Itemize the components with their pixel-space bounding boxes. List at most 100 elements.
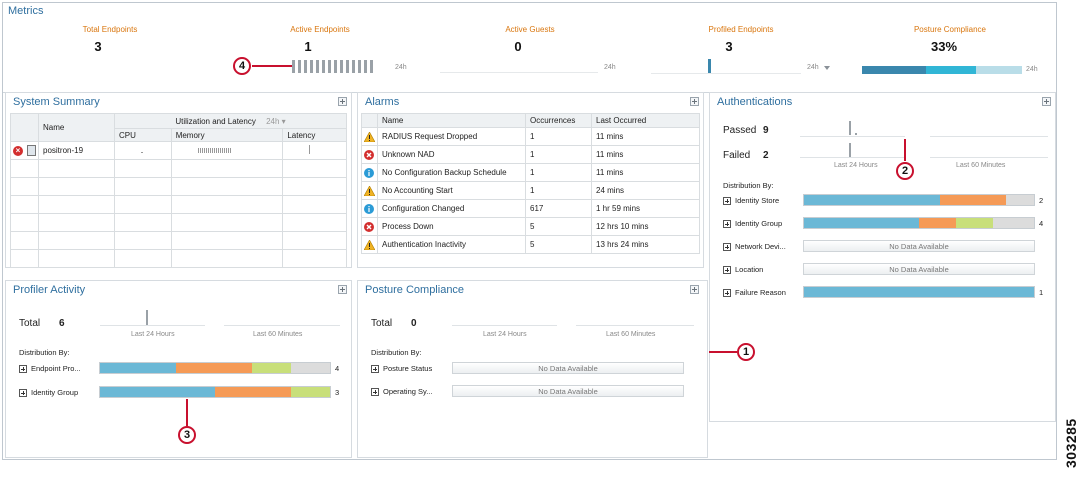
table-row[interactable]: RADIUS Request Dropped 1 11 mins bbox=[361, 127, 700, 146]
distribution-bar-segment[interactable] bbox=[251, 363, 291, 373]
active-endpoints-sparkline bbox=[292, 60, 387, 73]
metric-value-profiled-endpoints[interactable]: 3 bbox=[659, 39, 799, 54]
expand-row-icon[interactable] bbox=[723, 243, 731, 251]
column-header-alarm-name[interactable]: Name bbox=[377, 113, 526, 128]
posture-last-60-minutes: Last 60 Minutes bbox=[606, 331, 656, 338]
column-header-cpu[interactable]: CPU bbox=[114, 128, 172, 142]
distribution-row-label[interactable]: Identity Store bbox=[735, 196, 779, 205]
table-row[interactable]: Configuration Changed 617 1 hr 59 mins bbox=[361, 199, 700, 218]
table-row[interactable]: No Configuration Backup Schedule 1 11 mins bbox=[361, 163, 700, 182]
distribution-row-label[interactable]: Location bbox=[735, 265, 763, 274]
alarm-name[interactable]: Authentication Inactivity bbox=[377, 235, 526, 254]
profiled-endpoints-range[interactable]: 24h bbox=[807, 64, 819, 71]
metric-value-active-endpoints[interactable]: 1 bbox=[238, 39, 378, 54]
table-row[interactable]: Unknown NAD 1 11 mins bbox=[361, 145, 700, 164]
expand-row-icon[interactable] bbox=[371, 388, 379, 396]
distribution-bar[interactable] bbox=[803, 286, 1035, 298]
distribution-row-label[interactable]: Identity Group bbox=[735, 219, 782, 228]
distribution-bar-segment[interactable] bbox=[804, 218, 919, 228]
table-row[interactable]: × positron-19 bbox=[10, 141, 347, 160]
metric-label-total-endpoints: Total Endpoints bbox=[82, 25, 138, 34]
passed-value[interactable]: 9 bbox=[763, 125, 769, 136]
column-header-name[interactable]: Name bbox=[38, 113, 115, 142]
metric-value-posture-compliance[interactable]: 33% bbox=[874, 39, 1014, 54]
table-row[interactable]: No Accounting Start 1 24 mins bbox=[361, 181, 700, 200]
distribution-bar-segment[interactable] bbox=[804, 195, 940, 205]
distribution-bar-segment[interactable] bbox=[804, 287, 1034, 297]
alarm-name[interactable]: No Configuration Backup Schedule bbox=[377, 163, 526, 182]
posture-bar-segment[interactable] bbox=[926, 66, 976, 74]
expand-row-icon[interactable] bbox=[723, 197, 731, 205]
distribution-bar[interactable] bbox=[99, 362, 331, 374]
distribution-bar-segment[interactable] bbox=[175, 363, 252, 373]
posture-bar-segment[interactable] bbox=[862, 66, 926, 74]
expand-icon[interactable] bbox=[1042, 97, 1051, 106]
profiler-activity-title: Profiler Activity bbox=[13, 284, 86, 296]
distribution-count: 2 bbox=[1039, 196, 1044, 205]
expand-row-icon[interactable] bbox=[723, 220, 731, 228]
column-header-memory[interactable]: Memory bbox=[170, 128, 284, 142]
chevron-down-icon[interactable]: ▾ bbox=[282, 117, 286, 126]
distribution-bar-segment[interactable] bbox=[290, 387, 330, 397]
distribution-bar-segment[interactable] bbox=[992, 218, 1030, 228]
table-row[interactable]: Authentication Inactivity 5 13 hrs 24 mins bbox=[361, 235, 700, 254]
distribution-row-label[interactable]: Network Devi... bbox=[735, 242, 786, 251]
posture-bar-segment[interactable] bbox=[975, 66, 1022, 74]
profiler-total-value[interactable]: 6 bbox=[59, 318, 65, 329]
error-icon bbox=[364, 222, 374, 232]
cpu-sparkline bbox=[114, 141, 172, 160]
failed-value[interactable]: 2 bbox=[763, 150, 769, 161]
expand-icon[interactable] bbox=[690, 97, 699, 106]
alarm-severity-cell bbox=[361, 199, 378, 218]
metric-value-total-endpoints[interactable]: 3 bbox=[28, 39, 168, 54]
alarm-name[interactable]: Unknown NAD bbox=[377, 145, 526, 164]
distribution-row-label[interactable]: Endpoint Pro... bbox=[31, 364, 81, 373]
table-row[interactable]: Process Down 5 12 hrs 10 mins bbox=[361, 217, 700, 236]
chevron-down-icon[interactable] bbox=[824, 66, 830, 70]
metric-value-active-guests[interactable]: 0 bbox=[448, 39, 588, 54]
expand-icon[interactable] bbox=[338, 285, 347, 294]
distribution-bar-segment[interactable] bbox=[215, 387, 291, 397]
alarm-last-occurred: 12 hrs 10 mins bbox=[591, 217, 700, 236]
posture-baseline-24h bbox=[452, 325, 557, 326]
alarm-name[interactable]: No Accounting Start bbox=[377, 181, 526, 200]
distribution-bar-segment[interactable] bbox=[100, 387, 215, 397]
node-name[interactable]: positron-19 bbox=[38, 141, 115, 160]
expand-row-icon[interactable] bbox=[723, 266, 731, 274]
utilization-group-header: Utilization and Latency 24h ▾ bbox=[114, 113, 347, 129]
expand-row-icon[interactable] bbox=[371, 365, 379, 373]
alarm-name[interactable]: Process Down bbox=[377, 217, 526, 236]
column-header-last-occurred[interactable]: Last Occurred bbox=[591, 113, 700, 128]
column-header-occurrences[interactable]: Occurrences bbox=[525, 113, 592, 128]
distribution-row-label[interactable]: Identity Group bbox=[31, 388, 78, 397]
alarm-name[interactable]: Configuration Changed bbox=[377, 199, 526, 218]
column-header-latency[interactable]: Latency bbox=[282, 128, 347, 142]
info-icon bbox=[364, 168, 374, 178]
utilization-range[interactable]: 24h bbox=[266, 117, 279, 126]
table-row bbox=[10, 195, 347, 214]
expand-icon[interactable] bbox=[690, 285, 699, 294]
expand-icon[interactable] bbox=[338, 97, 347, 106]
active-guests-range: 24h bbox=[604, 64, 616, 71]
distribution-bar-segment[interactable] bbox=[100, 363, 176, 373]
alarm-icon-column-header bbox=[361, 113, 378, 128]
posture-total-value[interactable]: 0 bbox=[411, 318, 417, 329]
expand-row-icon[interactable] bbox=[723, 289, 731, 297]
distribution-row-label[interactable]: Failure Reason bbox=[735, 288, 786, 297]
distribution-bar-segment[interactable] bbox=[290, 363, 330, 373]
distribution-bar-segment[interactable] bbox=[955, 218, 993, 228]
distribution-bar-segment[interactable] bbox=[919, 218, 956, 228]
distribution-bar-segment[interactable] bbox=[939, 195, 1007, 205]
failed-sparkline bbox=[849, 143, 851, 157]
distribution-row-label[interactable]: Operating Sy... bbox=[383, 387, 432, 396]
alarm-name[interactable]: RADIUS Request Dropped bbox=[377, 127, 526, 146]
distribution-bar[interactable] bbox=[99, 386, 331, 398]
posture-compliance-bar[interactable] bbox=[862, 66, 1022, 74]
distribution-bar[interactable] bbox=[803, 194, 1035, 206]
failed-label: Failed bbox=[723, 150, 751, 161]
warning-icon bbox=[363, 239, 376, 251]
distribution-row-label[interactable]: Posture Status bbox=[383, 364, 432, 373]
expand-row-icon[interactable] bbox=[19, 365, 27, 373]
expand-row-icon[interactable] bbox=[19, 389, 27, 397]
distribution-bar[interactable] bbox=[803, 217, 1035, 229]
